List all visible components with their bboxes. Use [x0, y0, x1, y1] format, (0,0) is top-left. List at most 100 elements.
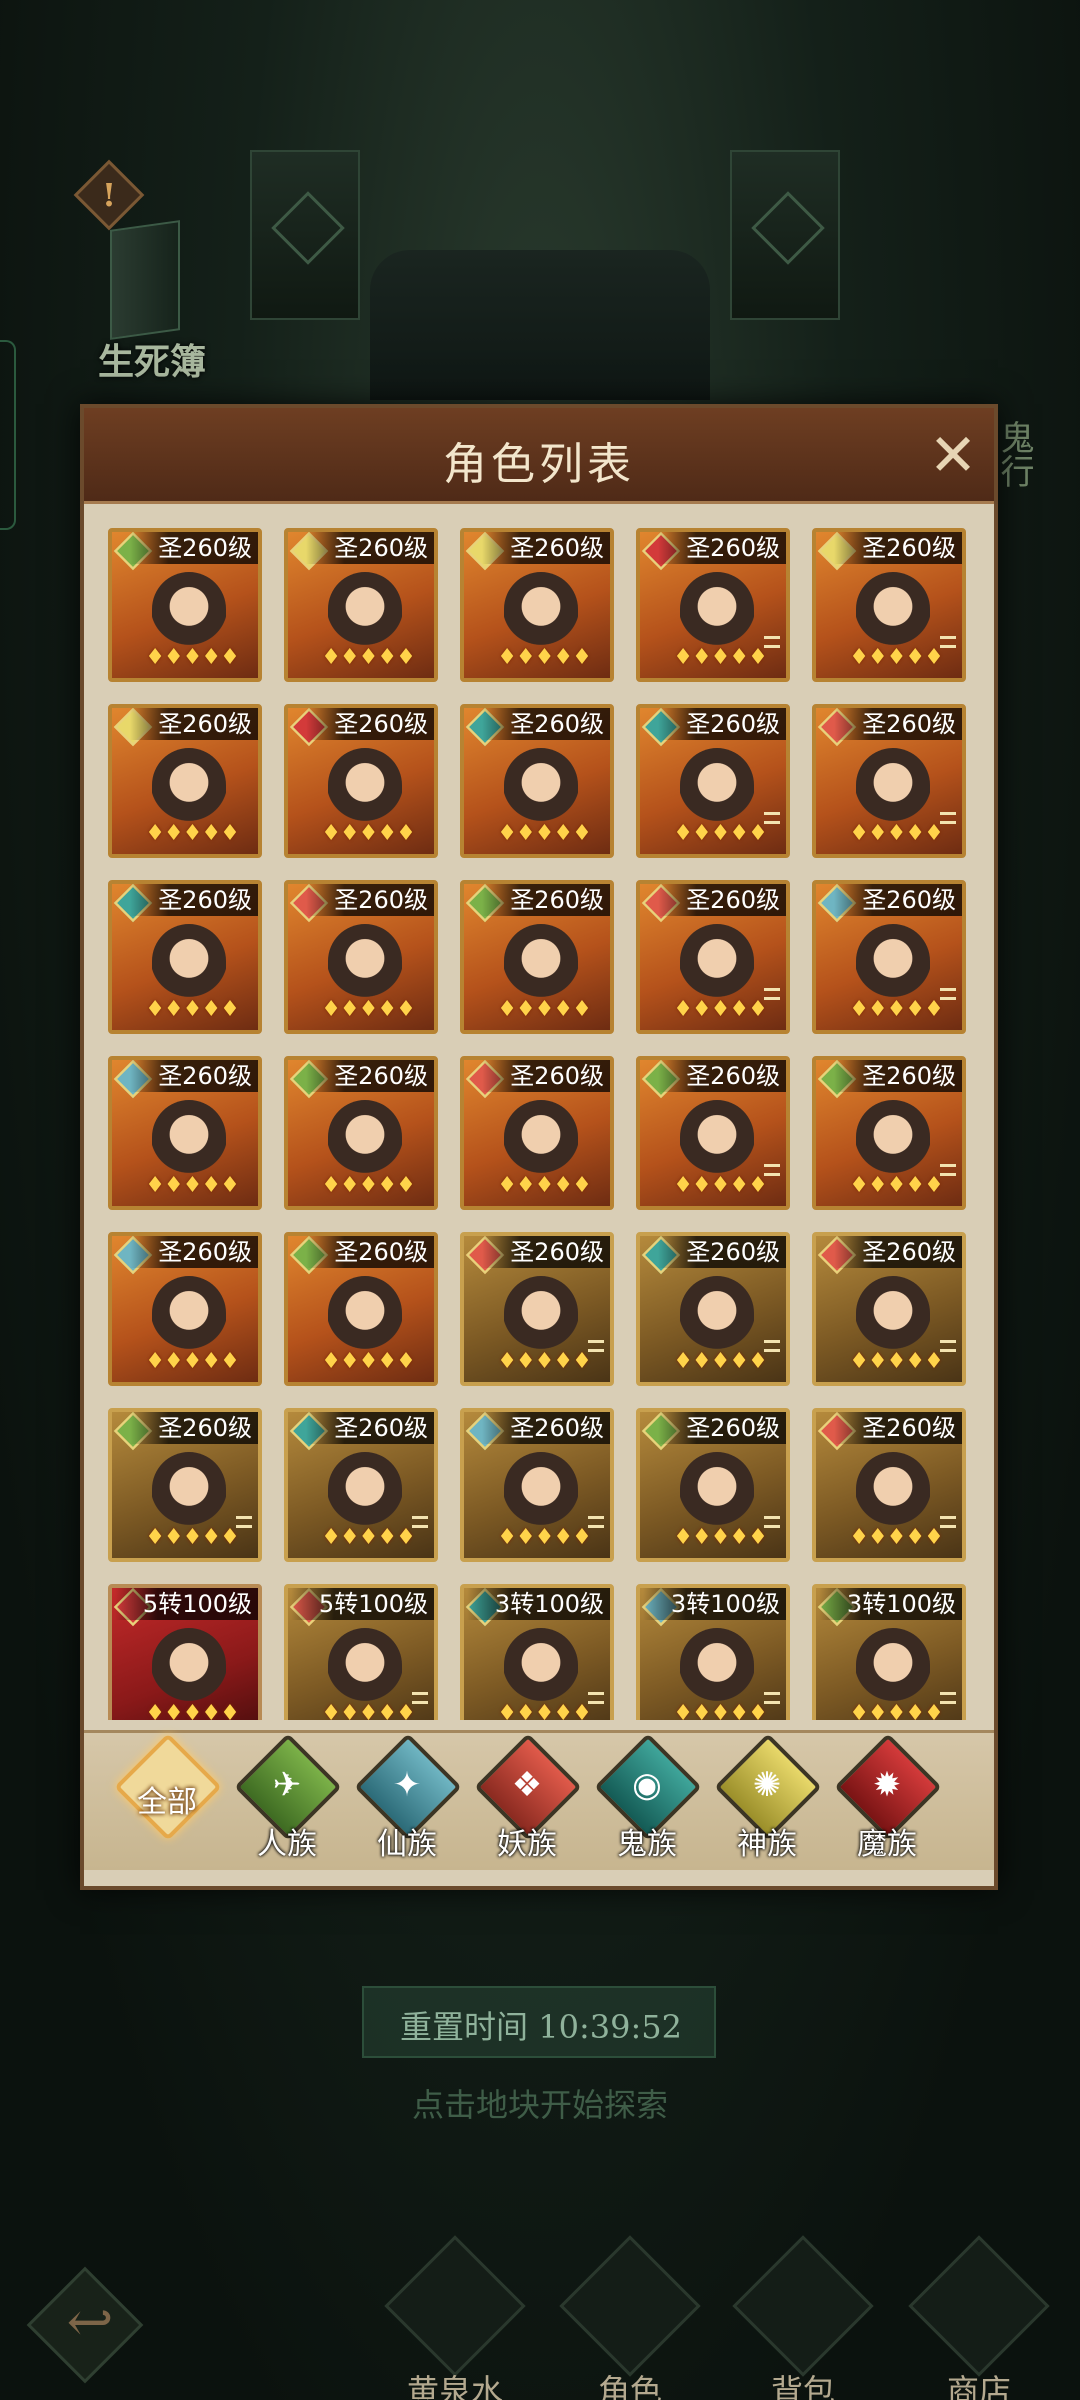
equipment-mark-icon: [412, 1692, 428, 1704]
character-level: 圣260级: [482, 884, 610, 916]
nav-character[interactable]: 角色: [555, 2235, 705, 2400]
gate-emblem: [370, 250, 710, 400]
character-level: 3转100级: [642, 1588, 786, 1620]
flame-rank-icon: ♦♦♦♦♦: [673, 1349, 768, 1374]
character-card[interactable]: 圣260级 ♦♦♦♦♦: [284, 528, 438, 682]
character-card[interactable]: 圣260级 ♦♦♦♦♦: [284, 704, 438, 858]
filter-human[interactable]: ✈ 人族: [232, 1733, 342, 1863]
equipment-mark-icon: [764, 812, 780, 824]
flame-rank-icon: ♦♦♦♦♦: [497, 645, 592, 670]
left-edge-handle[interactable]: [0, 340, 16, 530]
character-grid[interactable]: 圣260级 ♦♦♦♦♦ 圣260级 ♦♦♦♦♦ 圣260级 ♦♦♦♦♦ 圣260级 ♦♦♦♦♦…: [108, 528, 972, 1720]
character-list-dialog: 角色列表 ✕ 圣260级 ♦♦♦♦♦ 圣260级 ♦♦♦♦♦ 圣260级 ♦♦♦♦♦ 圣26…: [80, 404, 998, 1890]
equipment-mark-icon: [764, 1692, 780, 1704]
filter-immortal[interactable]: ✦ 仙族: [352, 1733, 462, 1863]
character-card[interactable]: 圣260级 ♦♦♦♦♦: [108, 1056, 262, 1210]
character-card[interactable]: 圣260级 ♦♦♦♦♦: [108, 704, 262, 858]
equipment-mark-icon: [236, 1516, 252, 1528]
character-card[interactable]: 圣260级 ♦♦♦♦♦: [460, 528, 614, 682]
dialog-header: 角色列表 ✕: [84, 408, 994, 504]
character-level: 圣260级: [482, 1236, 610, 1268]
filter-demon[interactable]: ❖ 妖族: [472, 1733, 582, 1863]
character-card[interactable]: 圣260级 ♦♦♦♦♦: [812, 704, 966, 858]
devil-glyph-icon: ✹: [872, 1765, 902, 1805]
flame-rank-icon: ♦♦♦♦♦: [673, 1525, 768, 1550]
character-card[interactable]: 圣260级 ♦♦♦♦♦: [108, 528, 262, 682]
filter-all[interactable]: 全部: [112, 1733, 222, 1863]
character-card[interactable]: 圣260级 ♦♦♦♦♦: [460, 1408, 614, 1562]
filter-ghost[interactable]: ◉ 鬼族: [592, 1733, 702, 1863]
nav-shop[interactable]: 商店: [904, 2235, 1054, 2400]
alert-icon: !: [101, 176, 117, 214]
character-card[interactable]: 5转100级 ♦♦♦♦♦: [284, 1584, 438, 1720]
flame-rank-icon: ♦♦♦♦♦: [145, 1173, 240, 1198]
banner-right: [730, 150, 840, 320]
filter-devil[interactable]: ✹ 魔族: [832, 1733, 942, 1863]
life-death-book-label[interactable]: 生死簿: [98, 333, 206, 385]
filter-god[interactable]: ✺ 神族: [712, 1733, 822, 1863]
character-level: 圣260级: [306, 1412, 434, 1444]
character-icon: [559, 2235, 701, 2377]
character-card[interactable]: 5转100级 ♦♦♦♦♦: [108, 1584, 262, 1720]
character-level: 圣260级: [482, 708, 610, 740]
character-level: 圣260级: [130, 884, 258, 916]
life-death-book-icon[interactable]: [110, 220, 180, 340]
flame-rank-icon: ♦♦♦♦♦: [497, 1525, 592, 1550]
character-card[interactable]: 圣260级 ♦♦♦♦♦: [284, 1408, 438, 1562]
character-card[interactable]: 圣260级 ♦♦♦♦♦: [108, 880, 262, 1034]
flame-rank-icon: ♦♦♦♦♦: [321, 1349, 416, 1374]
flame-rank-icon: ♦♦♦♦♦: [145, 1701, 240, 1720]
character-card[interactable]: 圣260级 ♦♦♦♦♦: [636, 704, 790, 858]
nav-yellow-spring-water[interactable]: 黄泉水: [380, 2235, 530, 2400]
equipment-mark-icon: [764, 1340, 780, 1352]
character-card[interactable]: 圣260级 ♦♦♦♦♦: [108, 1408, 262, 1562]
equipment-mark-icon: [940, 1692, 956, 1704]
character-level: 圣260级: [130, 1412, 258, 1444]
character-card[interactable]: 圣260级 ♦♦♦♦♦: [812, 528, 966, 682]
character-card[interactable]: 圣260级 ♦♦♦♦♦: [284, 1056, 438, 1210]
character-card[interactable]: 圣260级 ♦♦♦♦♦: [284, 1232, 438, 1386]
character-level: 圣260级: [130, 1236, 258, 1268]
character-card[interactable]: 圣260级 ♦♦♦♦♦: [636, 1056, 790, 1210]
equipment-mark-icon: [764, 636, 780, 648]
character-card[interactable]: 圣260级 ♦♦♦♦♦: [636, 880, 790, 1034]
character-level: 圣260级: [658, 532, 786, 564]
character-card[interactable]: 圣260级 ♦♦♦♦♦: [812, 880, 966, 1034]
flame-rank-icon: ♦♦♦♦♦: [145, 1349, 240, 1374]
equipment-mark-icon: [588, 1516, 604, 1528]
character-card[interactable]: 圣260级 ♦♦♦♦♦: [636, 1408, 790, 1562]
character-card[interactable]: 圣260级 ♦♦♦♦♦: [460, 880, 614, 1034]
character-card[interactable]: 3转100级 ♦♦♦♦♦: [812, 1584, 966, 1720]
race-filter-bar: 全部 ✈ 人族 ✦ 仙族 ❖ 妖族 ◉ 鬼族 ✺ 神族 ✹ 魔族: [84, 1730, 994, 1870]
character-card[interactable]: 圣260级 ♦♦♦♦♦: [812, 1408, 966, 1562]
flame-rank-icon: ♦♦♦♦♦: [849, 645, 944, 670]
flame-rank-icon: ♦♦♦♦♦: [497, 821, 592, 846]
flame-rank-icon: ♦♦♦♦♦: [145, 821, 240, 846]
equipment-mark-icon: [940, 812, 956, 824]
immortal-glyph-icon: ✦: [392, 1765, 422, 1805]
character-level: 圣260级: [658, 708, 786, 740]
character-card[interactable]: 圣260级 ♦♦♦♦♦: [460, 1232, 614, 1386]
character-card[interactable]: 圣260级 ♦♦♦♦♦: [636, 1232, 790, 1386]
flame-rank-icon: ♦♦♦♦♦: [673, 1173, 768, 1198]
character-card[interactable]: 圣260级 ♦♦♦♦♦: [636, 528, 790, 682]
character-card[interactable]: 圣260级 ♦♦♦♦♦: [108, 1232, 262, 1386]
character-card[interactable]: 圣260级 ♦♦♦♦♦: [460, 1056, 614, 1210]
filter-label: 鬼族: [617, 1827, 677, 1862]
equipment-mark-icon: [940, 1164, 956, 1176]
character-card[interactable]: 3转100级 ♦♦♦♦♦: [636, 1584, 790, 1720]
character-card[interactable]: 圣260级 ♦♦♦♦♦: [812, 1056, 966, 1210]
character-card[interactable]: 圣260级 ♦♦♦♦♦: [284, 880, 438, 1034]
back-arrow-icon[interactable]: ↩: [50, 2290, 130, 2355]
flame-rank-icon: ♦♦♦♦♦: [497, 1349, 592, 1374]
character-level: 圣260级: [130, 708, 258, 740]
nav-bag[interactable]: 背包: [728, 2235, 878, 2400]
character-level: 圣260级: [306, 532, 434, 564]
filter-label: 妖族: [497, 1827, 557, 1862]
character-card[interactable]: 3转100级 ♦♦♦♦♦: [460, 1584, 614, 1720]
character-card[interactable]: 圣260级 ♦♦♦♦♦: [812, 1232, 966, 1386]
close-icon[interactable]: ✕: [926, 426, 980, 484]
flame-rank-icon: ♦♦♦♦♦: [849, 821, 944, 846]
character-card[interactable]: 圣260级 ♦♦♦♦♦: [460, 704, 614, 858]
flame-rank-icon: ♦♦♦♦♦: [497, 997, 592, 1022]
